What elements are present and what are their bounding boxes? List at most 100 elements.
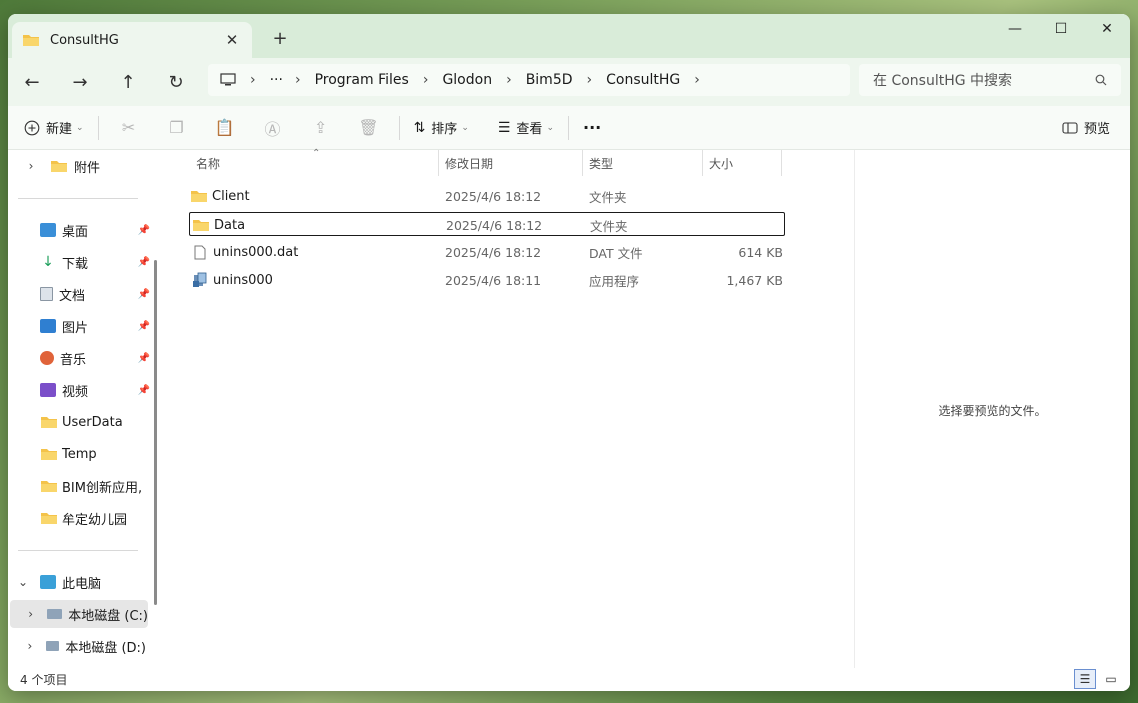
sidebar-item-drive-c[interactable]: › 本地磁盘 (C:) xyxy=(10,600,148,628)
cut-icon[interactable]: ✂ xyxy=(105,112,153,144)
toolbar-divider xyxy=(567,115,569,140)
plus-circle-icon xyxy=(24,120,40,135)
column-header-type[interactable]: 类型 xyxy=(589,150,699,176)
chevron-right-icon[interactable]: › xyxy=(423,72,429,88)
maximize-button[interactable]: ☐ xyxy=(1038,14,1084,44)
drive-icon xyxy=(45,641,60,651)
file-date: 2025/4/6 18:12 xyxy=(445,244,542,260)
chevron-down-icon[interactable]: ⌄ xyxy=(16,575,30,589)
refresh-icon[interactable]: ↻ xyxy=(152,64,200,100)
file-name: unins000.dat xyxy=(213,244,299,260)
chevron-right-icon[interactable]: › xyxy=(24,607,37,621)
file-name-cell: Data xyxy=(192,213,432,237)
file-date: 2025/4/6 18:12 xyxy=(445,188,542,204)
preview-pane: 选择要预览的文件。 xyxy=(854,150,1130,668)
sidebar-item-this-pc[interactable]: ⌄ 此电脑 xyxy=(8,568,146,596)
tab-consulthg[interactable]: ConsultHG ✕ xyxy=(12,22,252,58)
breadcrumb-bim5d[interactable]: Bim5D xyxy=(526,72,573,88)
table-row[interactable]: unins000 2025/4/6 18:11 应用程序 1,467 KB xyxy=(182,268,783,292)
column-divider[interactable] xyxy=(438,150,439,176)
chevron-right-icon[interactable]: › xyxy=(587,72,593,88)
new-button[interactable]: 新建 ⌄ xyxy=(8,112,92,144)
back-arrow-icon[interactable]: ← xyxy=(8,64,56,100)
sidebar-item-temp[interactable]: Temp xyxy=(8,440,146,468)
tiles-view-icon[interactable]: ▭ xyxy=(1100,669,1122,689)
file-size xyxy=(705,184,783,208)
chevron-right-icon[interactable]: › xyxy=(250,72,256,88)
sidebar-item-music[interactable]: 音乐 📌 xyxy=(8,344,150,372)
pin-icon[interactable]: 📌 xyxy=(138,321,150,332)
sidebar-item-desktop[interactable]: 桌面 📌 xyxy=(8,216,150,244)
close-button[interactable]: ✕ xyxy=(1084,14,1130,44)
column-header-size[interactable]: 大小 xyxy=(709,150,779,176)
chevron-right-icon[interactable]: › xyxy=(295,72,301,88)
sidebar-item-label: 本地磁盘 (C:) xyxy=(68,608,148,624)
table-row[interactable]: unins000.dat 2025/4/6 18:12 DAT 文件 614 K… xyxy=(182,240,783,264)
preview-pane-icon xyxy=(1062,121,1078,134)
pin-icon[interactable]: 📌 xyxy=(138,353,150,364)
file-name: Client xyxy=(212,188,250,204)
column-divider[interactable] xyxy=(702,150,703,176)
table-row[interactable]: Data 2025/4/6 18:12 文件夹 xyxy=(189,212,785,236)
forward-arrow-icon[interactable]: → xyxy=(56,64,104,100)
sidebar-item-attachments[interactable]: › 附件 xyxy=(8,152,146,180)
tab-close-icon[interactable]: ✕ xyxy=(222,31,242,49)
file-name-cell: Client xyxy=(190,184,430,208)
minimize-button[interactable]: — xyxy=(992,14,1038,44)
breadcrumb-consulthg[interactable]: ConsultHG xyxy=(606,72,680,88)
paste-icon[interactable]: 📋 xyxy=(201,112,249,144)
sidebar-item-label: 图片 xyxy=(62,320,89,336)
pin-icon[interactable]: 📌 xyxy=(138,385,150,396)
sidebar-scrollbar[interactable] xyxy=(154,260,157,605)
share-icon[interactable]: ⇪ xyxy=(297,112,345,144)
file-date: 2025/4/6 18:12 xyxy=(446,217,543,233)
sidebar-item-kindergarten[interactable]: 牟定幼儿园 xyxy=(8,504,146,532)
sidebar-item-documents[interactable]: 文档 📌 xyxy=(8,280,150,308)
chevron-right-icon[interactable]: › xyxy=(694,72,700,88)
chevron-right-icon[interactable]: › xyxy=(24,159,38,173)
file-size: 614 KB xyxy=(738,244,783,260)
sidebar-item-downloads[interactable]: ↓ 下载 📌 xyxy=(8,248,150,276)
pin-icon[interactable]: 📌 xyxy=(138,289,150,300)
table-row[interactable]: Client 2025/4/6 18:12 文件夹 xyxy=(182,184,778,208)
sort-label: 排序 xyxy=(431,122,458,137)
address-bar[interactable]: › ··· › Program Files › Glodon › Bim5D ›… xyxy=(208,64,850,96)
sidebar-item-drive-d[interactable]: › 本地磁盘 (D:) xyxy=(8,632,147,660)
file-name: unins000 xyxy=(213,272,273,288)
column-header-date[interactable]: 修改日期 xyxy=(445,150,580,176)
pin-icon[interactable]: 📌 xyxy=(138,257,150,268)
picture-icon xyxy=(40,319,56,333)
command-bar: 新建 ⌄ ✂ ❐ 📋 Ⓐ ⇪ 🗑 ⇅ 排序 ⌄ ☰ 查看 ⌄ ··· 预览 xyxy=(8,106,1130,150)
sidebar-item-bim[interactable]: BIM创新应用, xyxy=(8,472,146,500)
new-tab-button[interactable]: + xyxy=(268,28,292,49)
sort-button[interactable]: ⇅ 排序 ⌄ xyxy=(406,112,477,144)
more-options-button[interactable]: ··· xyxy=(575,112,609,144)
sidebar-divider xyxy=(18,550,138,551)
breadcrumb-program-files[interactable]: Program Files xyxy=(315,72,409,88)
file-name-cell: unins000 xyxy=(192,268,432,292)
details-view-icon[interactable]: ☰ xyxy=(1074,669,1096,689)
chevron-right-icon[interactable]: › xyxy=(24,639,36,653)
preview-pane-button[interactable]: 预览 xyxy=(1054,112,1118,144)
search-input[interactable]: 在 ConsultHG 中搜索 xyxy=(859,64,1121,96)
breadcrumb-glodon[interactable]: Glodon xyxy=(442,72,492,88)
chevron-right-icon[interactable]: › xyxy=(506,72,512,88)
column-header-name[interactable]: 名称 xyxy=(196,150,436,176)
delete-icon[interactable]: 🗑 xyxy=(345,112,393,144)
sidebar-item-pictures[interactable]: 图片 📌 xyxy=(8,312,150,340)
column-divider[interactable] xyxy=(781,150,782,176)
rename-icon[interactable]: Ⓐ xyxy=(249,112,297,144)
sidebar-item-userdata[interactable]: UserData xyxy=(8,408,146,436)
column-divider[interactable] xyxy=(582,150,583,176)
sidebar-item-label: 桌面 xyxy=(62,224,89,240)
up-arrow-icon[interactable]: ↑ xyxy=(104,64,152,100)
sidebar-item-label: 牟定幼儿园 xyxy=(62,512,128,528)
sidebar-item-label: UserData xyxy=(62,414,123,430)
breadcrumb-overflow[interactable]: ··· xyxy=(270,72,283,88)
copy-icon[interactable]: ❐ xyxy=(153,112,201,144)
download-icon: ↓ xyxy=(42,254,54,270)
pin-icon[interactable]: 📌 xyxy=(138,225,150,236)
sidebar-item-videos[interactable]: 视频 📌 xyxy=(8,376,150,404)
view-button[interactable]: ☰ 查看 ⌄ xyxy=(490,112,562,144)
music-icon xyxy=(40,351,54,365)
